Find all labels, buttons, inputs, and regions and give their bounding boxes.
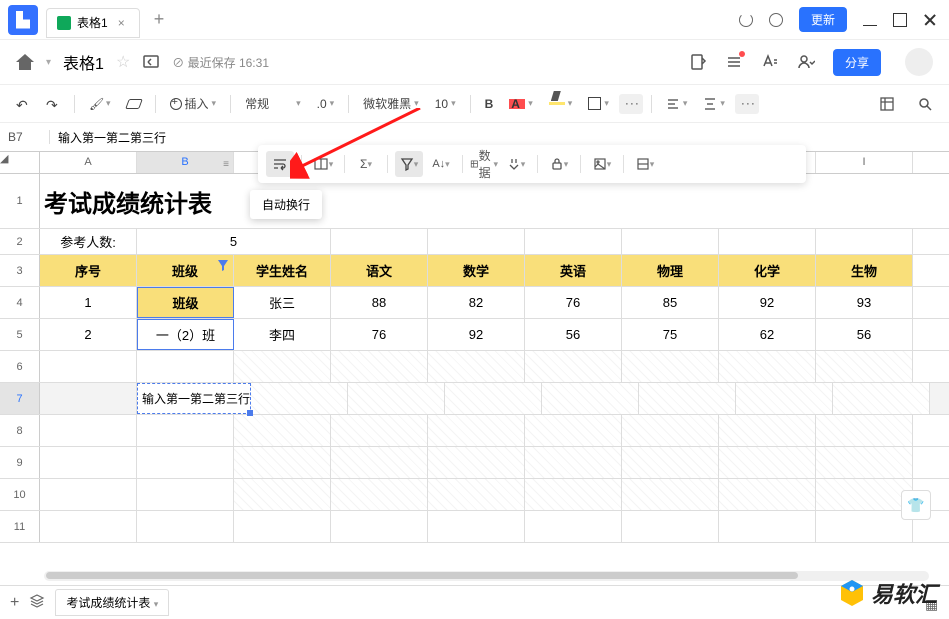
decimals-button[interactable]: .0▾ (311, 93, 341, 115)
chevron-down-icon[interactable]: ▾ (46, 57, 51, 68)
new-tab-button[interactable]: + (146, 9, 173, 30)
overflow-toolbar: ▾ Σ▾ ▾ A↓▾ 数据▾ ▾ ▾ ▾ ▾ (258, 145, 806, 183)
format-painter-button[interactable]: ▾ (83, 93, 117, 115)
share-button[interactable]: 分享 (833, 49, 881, 76)
rowcol-button[interactable]: ▾ (631, 151, 659, 177)
sheet-icon (57, 16, 71, 30)
fill-color-button[interactable]: ▾ (543, 94, 579, 113)
minimize-button[interactable] (863, 25, 877, 26)
clear-format-button[interactable] (121, 95, 147, 113)
maximize-button[interactable] (893, 13, 907, 27)
table-row: 4 1 班级 张三 88 82 76 85 92 93 (0, 287, 949, 319)
editing-cell[interactable]: 输入第一第二第三行 (137, 383, 251, 414)
image-button[interactable]: ▾ (588, 151, 616, 177)
font-size-select[interactable]: 10▾ (429, 93, 462, 115)
close-tab-button[interactable]: × (114, 16, 129, 30)
table-row: 8 (0, 415, 949, 447)
table-row: 6 (0, 351, 949, 383)
col-A[interactable]: A (40, 152, 137, 173)
lock-button[interactable]: ▾ (545, 151, 573, 177)
more-align-button[interactable]: ··· (735, 94, 759, 114)
select-all-corner[interactable]: ◢ (0, 152, 40, 173)
row-header[interactable]: 11 (0, 511, 40, 542)
row-header[interactable]: 2 (0, 229, 40, 254)
cell-reference[interactable]: B7 (0, 130, 50, 144)
collab-icon[interactable] (797, 53, 815, 71)
formula-input[interactable] (50, 130, 949, 144)
freeze-button[interactable] (873, 92, 901, 116)
validation-button[interactable]: ▾ (502, 151, 530, 177)
row-header[interactable]: 7 (0, 383, 40, 414)
col-I[interactable]: I (816, 152, 913, 173)
title-bar: 表格1 × + 更新 (0, 0, 949, 40)
refresh-icon[interactable] (739, 13, 753, 27)
settings-icon[interactable] (769, 13, 783, 27)
sheet-tab[interactable]: 考试成绩统计表 ▾ (55, 589, 169, 616)
function-button[interactable]: Σ▾ (352, 151, 380, 177)
history-icon[interactable] (689, 53, 707, 71)
search-button[interactable] (911, 92, 939, 116)
row-header[interactable]: 4 (0, 287, 40, 318)
document-tab[interactable]: 表格1 × (46, 8, 140, 38)
row-header[interactable]: 1 (0, 174, 40, 228)
sheet-bar: + 考试成绩统计表 ▾ (0, 585, 949, 619)
bold-button[interactable]: B (479, 93, 500, 115)
data-button[interactable]: 数据▾ (470, 151, 498, 177)
filter-icon (216, 258, 230, 272)
table-row: 3 序号 班级 学生姓名 语文 数学 英语 物理 化学 生物 (0, 255, 949, 287)
align-h-button[interactable]: ▾ (660, 93, 694, 115)
table-row: 9 (0, 447, 949, 479)
save-status: ⊘ 最近保存 16:31 (172, 54, 269, 71)
sort-button[interactable]: A↓▾ (427, 151, 455, 177)
table-row: 11 (0, 511, 949, 543)
col-menu-icon: ≡ (223, 155, 229, 175)
row-header[interactable]: 6 (0, 351, 40, 382)
theme-button[interactable]: 👕 (901, 490, 931, 520)
row-header[interactable]: 8 (0, 415, 40, 446)
shortcut-icon[interactable] (142, 53, 160, 71)
align-v-button[interactable]: ▾ (697, 93, 731, 115)
horizontal-scrollbar[interactable] (44, 571, 929, 581)
document-header: ▾ 表格1 ☆ ⊘ 最近保存 16:31 分享 (0, 40, 949, 84)
borders-button[interactable]: ▾ (582, 93, 615, 114)
watermark: 易软汇 (839, 577, 937, 609)
filter-button[interactable]: ▾ (395, 151, 423, 177)
number-format-select[interactable]: 常规▾ (239, 91, 307, 116)
app-logo-icon[interactable] (8, 5, 38, 35)
main-toolbar: ▾ 插入▾ 常规▾ .0▾ 微软雅黑▾ 10▾ B ▾ ▾ ▾ ··· ▾ ▾ … (0, 84, 949, 122)
avatar[interactable] (905, 48, 933, 76)
redo-button[interactable] (40, 93, 66, 115)
insert-button[interactable]: 插入▾ (164, 91, 223, 116)
sheets-list-button[interactable] (29, 593, 45, 612)
tab-label: 表格1 (77, 14, 108, 31)
close-window-button[interactable] (923, 13, 937, 27)
text-style-icon[interactable] (761, 53, 779, 71)
more-format-button[interactable]: ··· (619, 94, 643, 114)
font-select[interactable]: 微软雅黑▾ (357, 91, 425, 116)
row-header[interactable]: 5 (0, 319, 40, 350)
undo-button[interactable] (10, 93, 36, 115)
home-icon[interactable] (16, 54, 34, 70)
update-button[interactable]: 更新 (799, 7, 847, 32)
row-header[interactable]: 9 (0, 447, 40, 478)
star-icon[interactable]: ☆ (116, 52, 130, 72)
document-name[interactable]: 表格1 (63, 50, 104, 74)
row-header[interactable]: 10 (0, 479, 40, 510)
menu-icon[interactable] (725, 53, 743, 71)
wrap-tooltip: 自动换行 (250, 190, 322, 219)
wrap-text-button[interactable] (266, 151, 294, 177)
table-row: 2 参考人数: 5 (0, 229, 949, 255)
add-sheet-button[interactable]: + (10, 594, 19, 612)
row-header[interactable]: 3 (0, 255, 40, 286)
font-color-button[interactable]: ▾ (503, 94, 539, 113)
table-row: 5 2 一（2）班 李四 76 92 56 75 62 56 (0, 319, 949, 351)
table-row: 10 (0, 479, 949, 511)
col-B[interactable]: B≡ (137, 152, 234, 173)
merge-button[interactable]: ▾ (309, 151, 337, 177)
spreadsheet-grid[interactable]: ◢ A B≡ C D E F G H I 1 考试成绩统计表 2 参考人数: 5… (0, 152, 949, 543)
table-row: 7 输入第一第二第三行 (0, 383, 949, 415)
